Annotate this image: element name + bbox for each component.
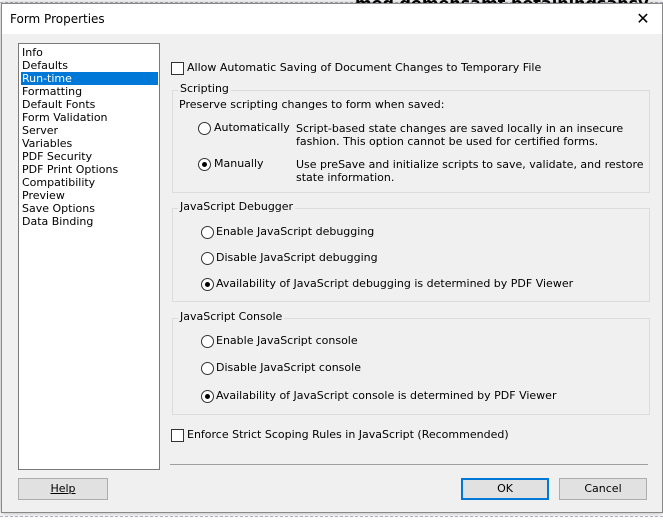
viewer-console-radio[interactable] [201, 390, 214, 403]
nav-item-server[interactable]: Server [21, 124, 158, 137]
enable-debugging-radio[interactable] [201, 226, 214, 239]
autosave-checkbox[interactable] [171, 62, 184, 75]
manually-description: Use preSave and initialize scripts to sa… [296, 158, 644, 184]
help-button-label: Help [50, 482, 76, 495]
divider [170, 464, 648, 465]
autosave-label[interactable]: Allow Automatic Saving of Document Chang… [187, 61, 541, 74]
nav-item-pdf-security[interactable]: PDF Security [21, 150, 158, 163]
strict-scoping-checkbox[interactable] [171, 429, 184, 442]
viewer-console-label[interactable]: Availability of JavaScript console is de… [216, 389, 556, 402]
enable-console-radio[interactable] [201, 335, 214, 348]
dialog-title: Form Properties [10, 12, 105, 26]
disable-debugging-label[interactable]: Disable JavaScript debugging [216, 251, 378, 264]
disable-console-radio[interactable] [201, 362, 214, 375]
nav-item-form-validation[interactable]: Form Validation [21, 111, 158, 124]
manually-desc-line1: Use preSave and initialize scripts to sa… [296, 158, 644, 171]
scripting-group-title: Scripting [178, 82, 231, 95]
disable-debugging-radio[interactable] [201, 252, 214, 265]
nav-item-default-fonts[interactable]: Default Fonts [21, 98, 158, 111]
automatically-label[interactable]: Automatically [214, 121, 290, 134]
manually-label[interactable]: Manually [214, 157, 264, 170]
category-list[interactable]: Info Defaults Run-time Formatting Defaul… [18, 43, 160, 470]
manually-radio[interactable] [198, 158, 211, 171]
automatically-radio[interactable] [198, 122, 211, 135]
nav-item-defaults[interactable]: Defaults [21, 59, 158, 72]
automatically-description: Script-based state changes are saved loc… [296, 122, 623, 148]
nav-item-preview[interactable]: Preview [21, 189, 158, 202]
close-icon[interactable]: ✕ [632, 8, 654, 30]
automatically-desc-line1: Script-based state changes are saved loc… [296, 122, 624, 135]
ok-button[interactable]: OK [461, 478, 549, 500]
nav-item-save-options[interactable]: Save Options [21, 202, 158, 215]
help-button[interactable]: Help [18, 478, 108, 500]
scripting-subtitle: Preserve scripting changes to form when … [179, 98, 445, 111]
enable-console-label[interactable]: Enable JavaScript console [216, 334, 358, 347]
console-group-title: JavaScript Console [178, 310, 285, 323]
nav-item-formatting[interactable]: Formatting [21, 85, 158, 98]
automatically-desc-line2: fashion. This option cannot be used for … [296, 135, 599, 148]
nav-item-run-time[interactable]: Run-time [21, 72, 158, 85]
disable-console-label[interactable]: Disable JavaScript console [216, 361, 361, 374]
manually-desc-line2: state information. [296, 171, 395, 184]
nav-item-data-binding[interactable]: Data Binding [21, 215, 158, 228]
nav-item-compatibility[interactable]: Compatibility [21, 176, 158, 189]
grid-line [0, 516, 663, 517]
nav-item-info[interactable]: Info [21, 46, 158, 59]
viewer-debugging-label[interactable]: Availability of JavaScript debugging is … [216, 277, 573, 290]
debugger-group-title: JavaScript Debugger [178, 200, 296, 213]
nav-item-pdf-print-options[interactable]: PDF Print Options [21, 163, 158, 176]
viewer-debugging-radio[interactable] [201, 278, 214, 291]
strict-scoping-label[interactable]: Enforce Strict Scoping Rules in JavaScri… [187, 428, 509, 441]
enable-debugging-label[interactable]: Enable JavaScript debugging [216, 225, 374, 238]
form-properties-dialog: Form Properties ✕ Info Defaults Run-time… [1, 3, 663, 513]
title-bar: Form Properties ✕ [2, 4, 662, 34]
cancel-button[interactable]: Cancel [559, 478, 647, 500]
nav-item-variables[interactable]: Variables [21, 137, 158, 150]
